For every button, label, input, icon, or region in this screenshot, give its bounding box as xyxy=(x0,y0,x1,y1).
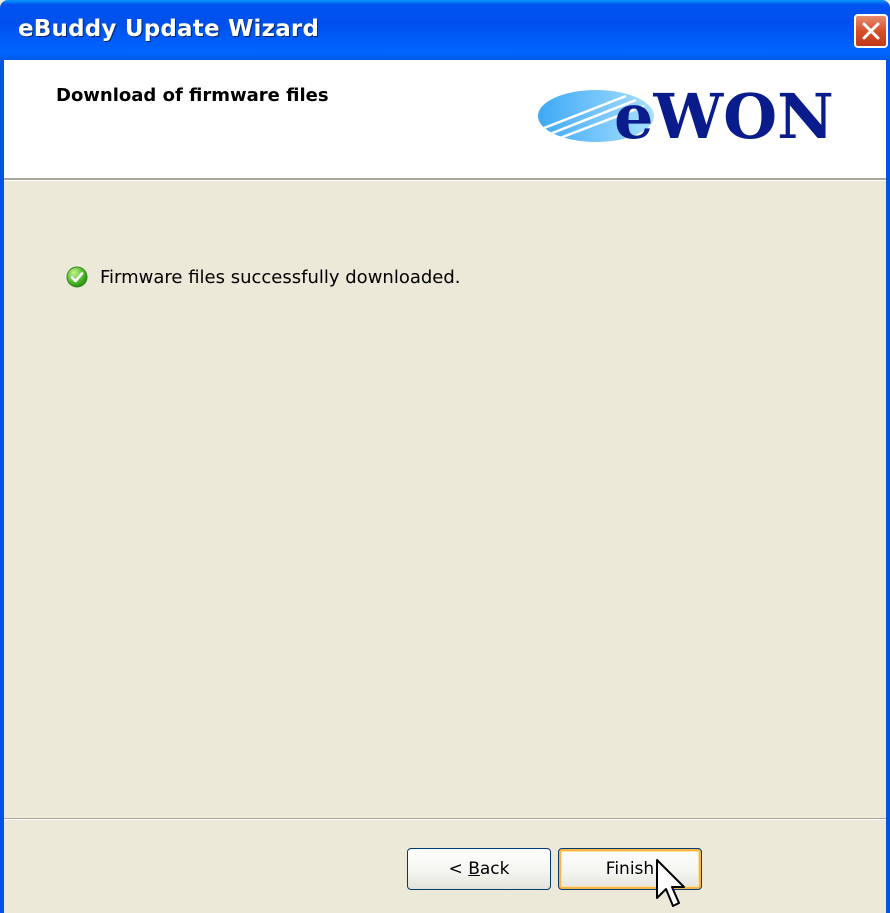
page-title: Download of firmware files xyxy=(56,85,329,106)
wizard-header: Download of firmware files eWON xyxy=(4,60,886,178)
window-frame-right xyxy=(886,60,890,913)
back-label-prefix: < xyxy=(448,859,469,879)
wizard-window: eBuddy Update Wizard Download of firmwar… xyxy=(0,0,890,913)
logo-text: eWON xyxy=(614,82,834,146)
status-message: Firmware files successfully downloaded. xyxy=(66,262,461,292)
close-icon xyxy=(862,22,880,40)
back-label-rest: ack xyxy=(479,859,510,879)
footer-separator xyxy=(4,818,886,820)
title-bar[interactable]: eBuddy Update Wizard xyxy=(0,0,890,60)
ewon-logo: eWON xyxy=(538,82,834,146)
success-check-icon xyxy=(66,266,88,288)
back-label-accelerator: B xyxy=(468,859,480,879)
header-separator xyxy=(4,178,886,181)
back-button[interactable]: < Back xyxy=(407,848,551,890)
close-button[interactable] xyxy=(854,14,888,48)
mouse-pointer-icon xyxy=(656,859,685,907)
window-title: eBuddy Update Wizard xyxy=(18,16,320,42)
status-text: Firmware files successfully downloaded. xyxy=(100,266,461,288)
window-frame-left xyxy=(0,60,4,913)
finish-label: Finish xyxy=(605,859,655,879)
